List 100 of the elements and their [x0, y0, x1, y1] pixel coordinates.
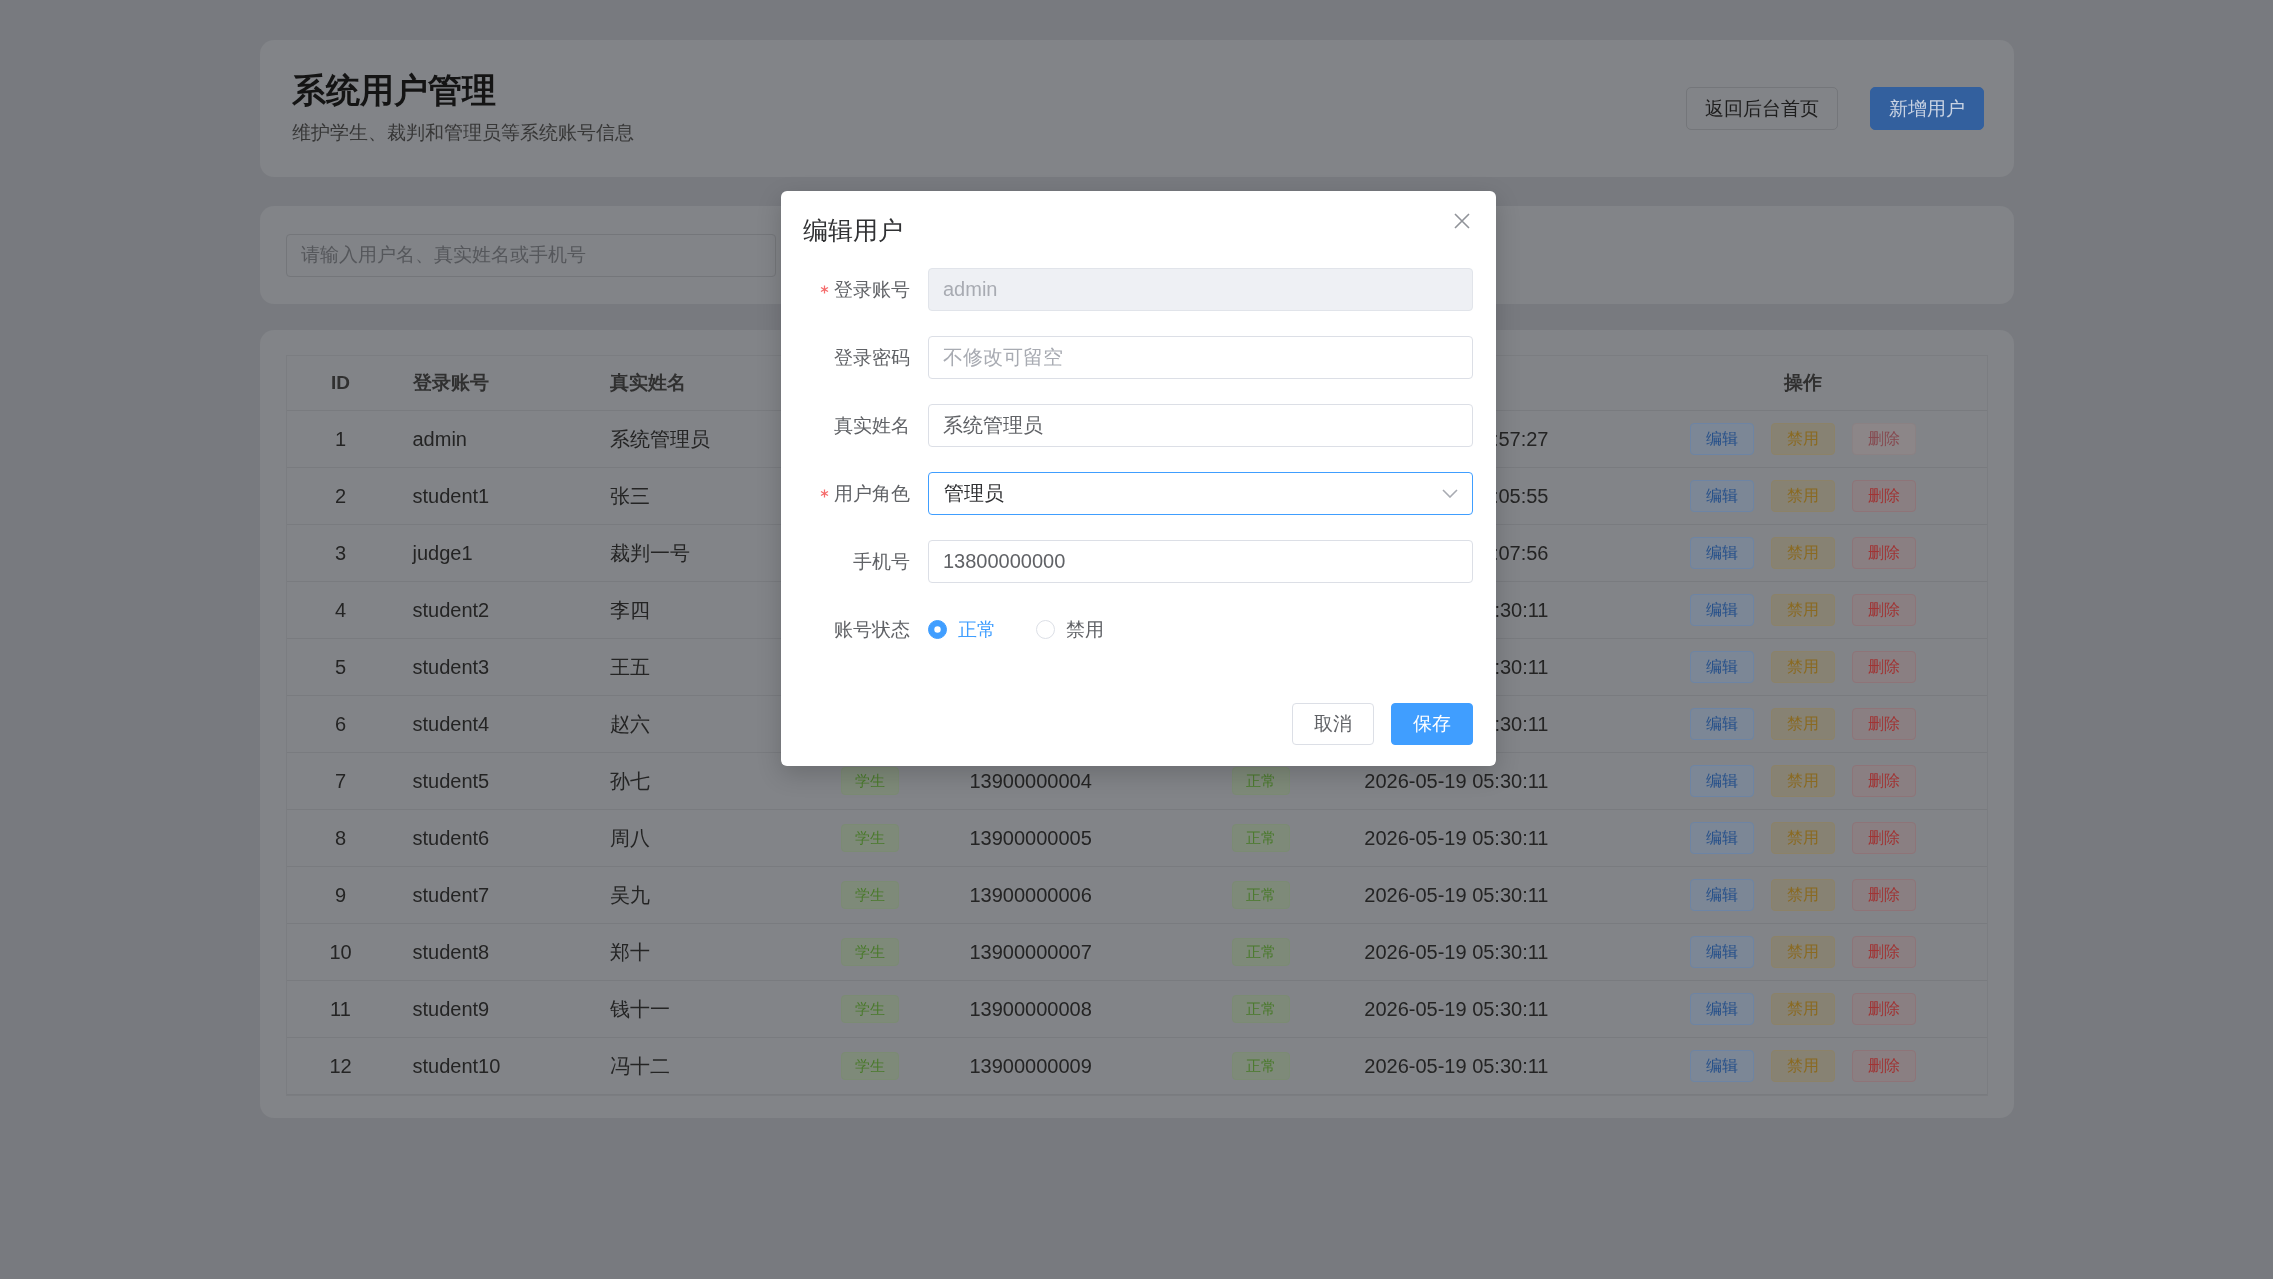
- save-button[interactable]: 保存: [1391, 703, 1473, 745]
- user-id: 1: [334, 427, 347, 451]
- chevron-down-icon: [1442, 489, 1458, 498]
- created-time: 2026-05-19 05:30:11: [1364, 997, 1549, 1020]
- input-field[interactable]: 系统管理员: [928, 404, 1473, 447]
- account-name: student5: [412, 769, 490, 793]
- disable-button[interactable]: 禁用: [1771, 480, 1835, 512]
- select-field[interactable]: 管理员: [928, 472, 1473, 515]
- add-user-button[interactable]: 新增用户: [1869, 87, 1984, 130]
- role-tag: 学生: [840, 938, 899, 966]
- created-time: :30:11: [1494, 655, 1549, 678]
- disable-button[interactable]: 禁用: [1771, 765, 1835, 797]
- disable-button[interactable]: 禁用: [1771, 1050, 1835, 1082]
- delete-button[interactable]: 删除: [1852, 879, 1916, 911]
- edit-button[interactable]: 编辑: [1690, 423, 1754, 455]
- created-time: 2026-05-19 05:30:11: [1364, 1054, 1549, 1077]
- status-tag: 正常: [1231, 767, 1290, 795]
- column-header: 操作: [1784, 371, 1822, 395]
- disable-button[interactable]: 禁用: [1771, 993, 1835, 1025]
- edit-button[interactable]: 编辑: [1690, 537, 1754, 569]
- radio-option[interactable]: 正常: [928, 616, 996, 643]
- dialog-title: 编辑用户: [803, 215, 903, 246]
- field-label: 登录密码: [834, 345, 910, 370]
- real-name: 钱十一: [609, 996, 670, 1022]
- edit-button[interactable]: 编辑: [1690, 480, 1754, 512]
- field-label: 真实姓名: [834, 413, 910, 438]
- delete-button[interactable]: 删除: [1852, 708, 1916, 740]
- real-name: 孙七: [609, 768, 650, 794]
- account-name: student7: [412, 883, 490, 907]
- created-time: 2026-05-19 05:30:11: [1364, 769, 1549, 792]
- created-time: 2026-05-19 05:30:11: [1364, 940, 1549, 963]
- delete-button[interactable]: 删除: [1852, 480, 1916, 512]
- input-field[interactable]: 13800000000: [928, 540, 1473, 583]
- account-name: student3: [412, 655, 490, 679]
- disable-button[interactable]: 禁用: [1771, 651, 1835, 683]
- user-id: 7: [334, 769, 347, 793]
- disable-button[interactable]: 禁用: [1771, 822, 1835, 854]
- delete-button[interactable]: 删除: [1852, 594, 1916, 626]
- disable-button[interactable]: 禁用: [1771, 708, 1835, 740]
- user-id: 4: [334, 598, 347, 622]
- edit-button[interactable]: 编辑: [1690, 936, 1754, 968]
- created-time: :57:27: [1492, 427, 1549, 450]
- edit-button[interactable]: 编辑: [1690, 1050, 1754, 1082]
- close-icon: [1454, 213, 1470, 229]
- edit-button[interactable]: 编辑: [1690, 594, 1754, 626]
- status-tag: 正常: [1231, 995, 1290, 1023]
- user-id: 8: [334, 826, 347, 850]
- disable-button[interactable]: 禁用: [1771, 594, 1835, 626]
- delete-button[interactable]: 删除: [1852, 765, 1916, 797]
- role-tag: 学生: [840, 881, 899, 909]
- disable-button[interactable]: 禁用: [1771, 936, 1835, 968]
- real-name: 王五: [609, 654, 650, 680]
- delete-button[interactable]: 删除: [1852, 1050, 1916, 1082]
- account-name: judge1: [412, 541, 473, 565]
- user-id: 3: [334, 541, 347, 565]
- disable-button[interactable]: 禁用: [1771, 879, 1835, 911]
- user-id: 6: [334, 712, 347, 736]
- delete-button[interactable]: 删除: [1852, 651, 1916, 683]
- delete-button[interactable]: 删除: [1852, 936, 1916, 968]
- status-tag: 正常: [1231, 824, 1290, 852]
- cancel-button[interactable]: 取消: [1292, 703, 1374, 745]
- edit-button[interactable]: 编辑: [1690, 651, 1754, 683]
- delete-button[interactable]: 删除: [1852, 537, 1916, 569]
- edit-button[interactable]: 编辑: [1690, 879, 1754, 911]
- disable-button[interactable]: 禁用: [1771, 537, 1835, 569]
- edit-button[interactable]: 编辑: [1690, 765, 1754, 797]
- user-id: 9: [334, 883, 347, 907]
- account-name: student9: [412, 997, 490, 1021]
- user-id: 11: [330, 997, 351, 1021]
- account-name: student10: [412, 1054, 501, 1078]
- status-tag: 正常: [1231, 938, 1290, 966]
- user-id: 10: [329, 940, 352, 964]
- created-time: 2026-05-19 05:30:11: [1364, 883, 1549, 906]
- phone-number: 13900000009: [969, 1054, 1092, 1078]
- input-field[interactable]: 不修改可留空: [928, 336, 1473, 379]
- edit-button[interactable]: 编辑: [1690, 708, 1754, 740]
- field-label: 手机号: [853, 549, 910, 574]
- back-button[interactable]: 返回后台首页: [1685, 87, 1838, 130]
- role-tag: 学生: [840, 1052, 899, 1080]
- real-name: 张三: [609, 483, 650, 509]
- column-header: ID: [331, 372, 350, 394]
- field-label: 账号状态: [834, 617, 910, 642]
- user-id: 5: [334, 655, 347, 679]
- created-time: :30:11: [1494, 598, 1549, 621]
- field-label: 登录账号: [834, 277, 910, 302]
- role-tag: 学生: [840, 995, 899, 1023]
- disable-button[interactable]: 禁用: [1771, 423, 1835, 455]
- edit-button[interactable]: 编辑: [1690, 993, 1754, 1025]
- real-name: 冯十二: [609, 1053, 670, 1079]
- role-tag: 学生: [840, 824, 899, 852]
- phone-number: 13900000004: [969, 769, 1092, 793]
- phone-number: 13900000007: [969, 940, 1092, 964]
- delete-button[interactable]: 删除: [1852, 993, 1916, 1025]
- edit-button[interactable]: 编辑: [1690, 822, 1754, 854]
- account-name: student1: [412, 484, 490, 508]
- delete-button[interactable]: 删除: [1852, 822, 1916, 854]
- radio-option[interactable]: 禁用: [1036, 616, 1104, 643]
- real-name: 系统管理员: [609, 426, 710, 452]
- field-label: 用户角色: [834, 481, 910, 506]
- created-time: :05:55: [1492, 484, 1549, 507]
